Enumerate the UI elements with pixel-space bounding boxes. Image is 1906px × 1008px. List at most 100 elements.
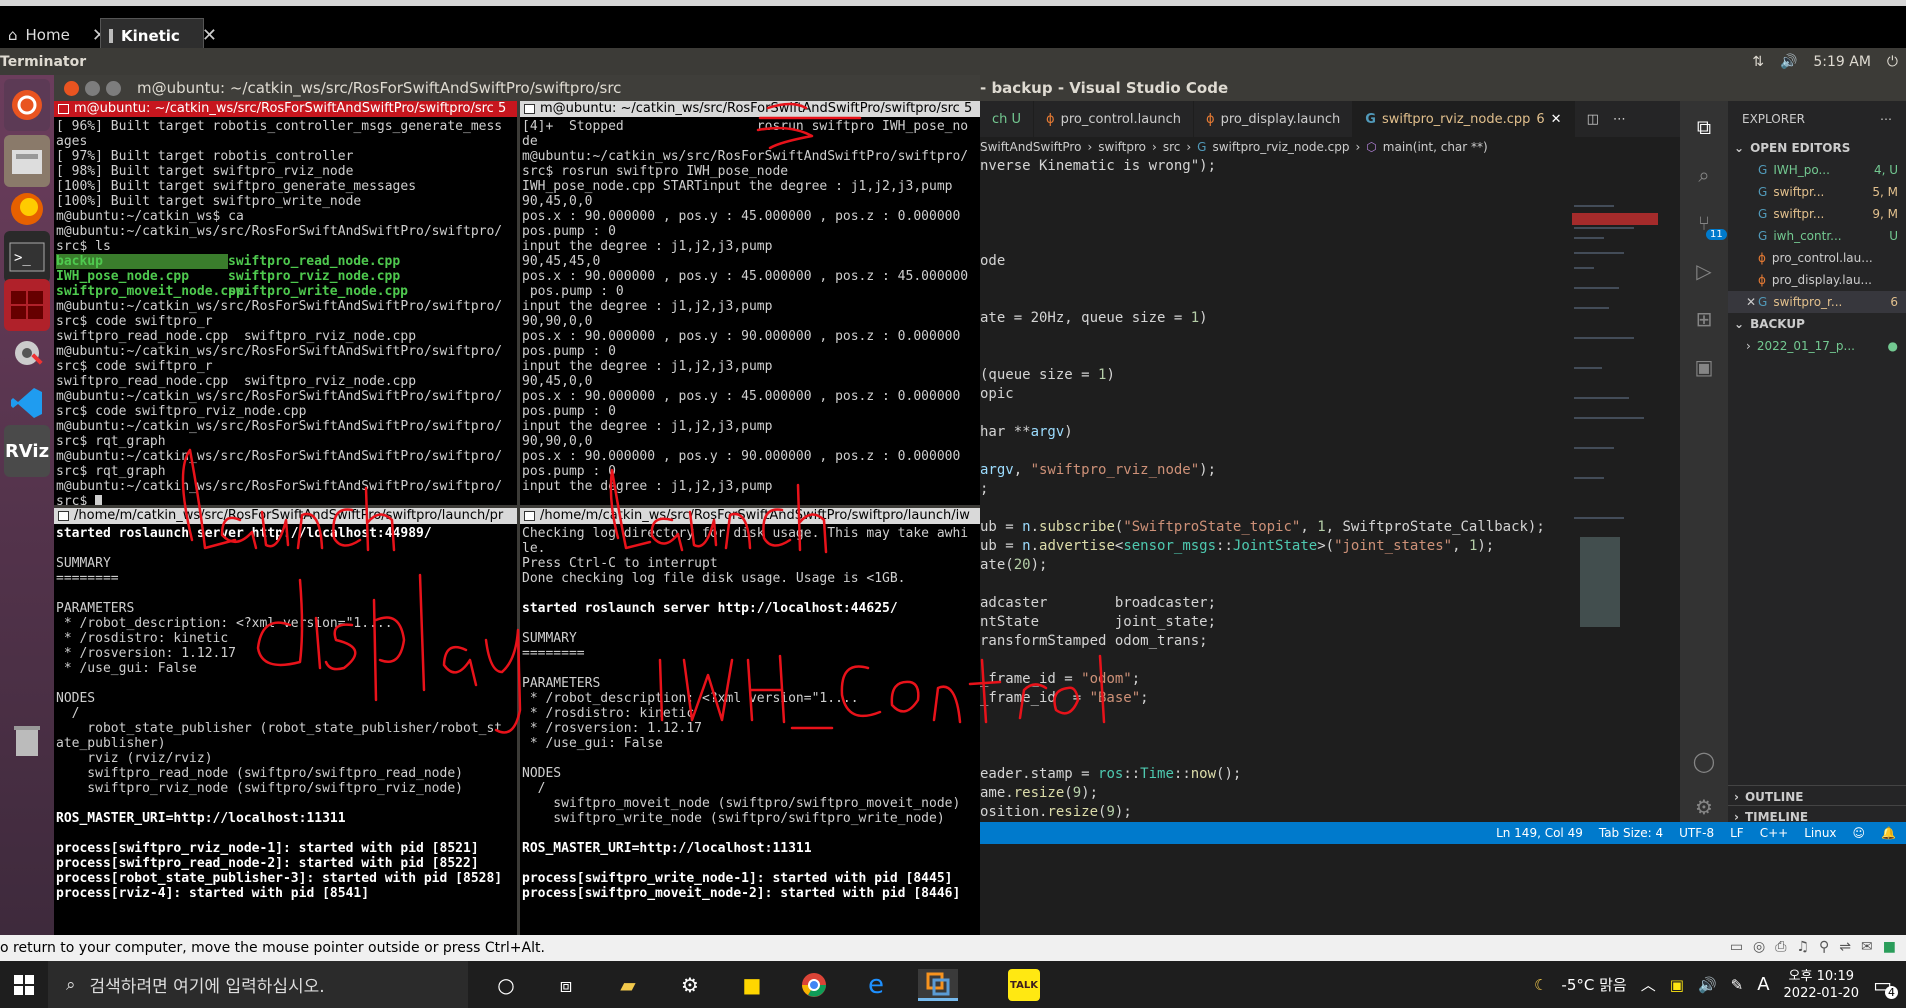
os-platform[interactable]: Linux (1804, 826, 1836, 840)
windows-start-icon[interactable] (8, 969, 40, 1001)
open-editors-section[interactable]: ⌄ OPEN EDITORS (1728, 137, 1906, 159)
chat-tray-icon[interactable]: ▣ (1670, 976, 1684, 994)
split-editor-icon[interactable]: ◫ (1587, 112, 1599, 127)
power-icon[interactable]: ⏻ (1887, 54, 1898, 70)
breadcrumb-item[interactable]: swiftpro (1098, 140, 1146, 154)
gear-icon[interactable]: ⚙ (1692, 795, 1716, 819)
terminator-titlebar: m@ubuntu: ~/catkin_ws/src/RosForSwiftAnd… (54, 75, 980, 101)
backup-section[interactable]: ⌄ BACKUP (1728, 313, 1906, 335)
encoding[interactable]: UTF-8 (1679, 826, 1714, 840)
minimap[interactable] (1570, 157, 1670, 837)
chevron-up-icon[interactable]: ︿ (1641, 974, 1656, 995)
vscode-icon[interactable] (4, 377, 50, 429)
vm-tab-kinetic[interactable]: Kinetic ✕ (100, 18, 217, 52)
open-editor-item[interactable]: G IWH_po... 4, U (1728, 159, 1906, 181)
cursor-position[interactable]: Ln 149, Col 49 (1496, 826, 1583, 840)
settings-icon[interactable] (4, 327, 50, 379)
breadcrumb-item[interactable]: main(int, char **) (1383, 140, 1488, 154)
panel-clock[interactable]: 5:19 AM (1813, 54, 1871, 70)
terminal-line: / (56, 706, 80, 721)
breadcrumb-item[interactable]: src (1163, 140, 1181, 154)
kakaotalk-icon[interactable]: TALK (1008, 969, 1040, 1001)
close-icon[interactable]: ✕ (1746, 295, 1756, 309)
vmware-icon[interactable] (918, 969, 958, 1001)
ubuntu-dash-icon[interactable] (4, 79, 50, 131)
code-editor[interactable]: nverse Kinematic is wrong"); ode ate = 20H… (980, 157, 1560, 837)
rviz-icon[interactable]: RViz (4, 425, 50, 477)
ime-indicator[interactable]: A (1757, 974, 1769, 995)
tab-iwh-control[interactable]: ch U (980, 101, 1035, 137)
ls-row: swiftpro_moveit_node.cppswiftpro_write_n… (56, 284, 515, 299)
sound-icon[interactable]: ♫ (1796, 939, 1809, 955)
printer-icon[interactable]: ⎙ (1775, 939, 1786, 955)
volume-icon[interactable]: 🔊 (1698, 976, 1717, 994)
taskbar-search-box[interactable]: ⌕ 검색하려면 여기에 입력하십시오. (48, 961, 468, 1008)
weather-icon[interactable]: ☾ (1534, 976, 1547, 994)
terminal-pane-bottom-left[interactable]: /home/m/catkin_ws/src/RosForSwiftAndSwif… (54, 508, 517, 935)
display-icon[interactable]: ■ (1883, 939, 1896, 955)
more-actions-icon[interactable]: ⋯ (1613, 112, 1626, 127)
feedback-icon[interactable]: ☺ (1853, 826, 1866, 840)
tab-size[interactable]: Tab Size: 4 (1599, 826, 1663, 840)
cd-icon[interactable]: ◎ (1753, 939, 1765, 955)
files-icon[interactable] (4, 135, 50, 187)
app-icon[interactable]: ⚙ (674, 969, 706, 1001)
chrome-icon[interactable] (798, 969, 830, 1001)
open-editor-item[interactable]: ✕ Gswiftpro_r... 6 (1728, 291, 1906, 313)
minimize-window-icon[interactable] (85, 80, 100, 96)
extensions-icon[interactable]: ⊞ (1692, 307, 1716, 331)
usb-icon[interactable]: ⚲ (1819, 939, 1829, 955)
terminal-line: 90,45,0,0 (522, 374, 593, 389)
sticky-notes-icon[interactable]: ■ (736, 969, 768, 1001)
account-icon[interactable]: ◯ (1692, 749, 1716, 773)
ie-icon[interactable]: e (860, 969, 892, 1001)
line-ending[interactable]: LF (1730, 826, 1744, 840)
breadcrumb-item[interactable]: swiftpro_rviz_node.cpp (1212, 140, 1349, 154)
taskbar-clock[interactable]: 오후 10:19 2022-01-20 (1784, 968, 1860, 1002)
terminator-window-title: m@ubuntu: ~/catkin_ws/src/RosForSwiftAnd… (137, 79, 622, 97)
close-window-icon[interactable] (64, 80, 79, 96)
open-editor-item[interactable]: ɸ pro_display.lau... (1728, 269, 1906, 291)
terminal-pane-top-right[interactable]: m@ubuntu: ~/catkin_ws/src/RosForSwiftAnd… (520, 101, 980, 505)
message-icon[interactable]: ✉ (1861, 939, 1873, 955)
search-icon[interactable]: ⌕ (1692, 163, 1716, 187)
run-debug-icon[interactable]: ▷ (1692, 259, 1716, 283)
backup-folder-item[interactable]: › 2022_01_17_p... ● (1728, 335, 1906, 357)
terminal-icon[interactable]: >_ (4, 231, 50, 283)
trash-icon[interactable] (4, 715, 50, 767)
network-icon[interactable]: ⇅ (1752, 54, 1764, 70)
terminal-line: process[robot_state_publisher-3]: starte… (56, 871, 503, 886)
cortana-icon[interactable]: ○ (490, 969, 522, 1001)
tab-pro-display[interactable]: ɸ pro_display.launch (1194, 101, 1354, 137)
notifications-button[interactable]: ▭ 4 (1873, 973, 1898, 999)
terminator-icon[interactable] (4, 279, 50, 331)
terminal-pane-bottom-right[interactable]: /home/m/catkin_ws/src/RosForSwiftAndSwif… (520, 508, 980, 935)
open-editor-item[interactable]: Gswiftpr... 9, M (1728, 203, 1906, 225)
breadcrumb-item[interactable]: SwiftAndSwiftPro (980, 140, 1081, 154)
pen-icon[interactable]: ✎ (1731, 976, 1744, 994)
outline-section[interactable]: › OUTLINE (1728, 785, 1906, 807)
network-adapter-icon[interactable]: ⇌ (1839, 939, 1851, 955)
close-icon[interactable]: ✕ (1551, 112, 1562, 127)
volume-icon[interactable]: 🔊 (1780, 54, 1797, 70)
close-icon[interactable]: ✕ (202, 25, 217, 46)
explorer-icon[interactable]: ⧉ (1692, 115, 1716, 139)
open-editor-item[interactable]: Gswiftpr... 5, M (1728, 181, 1906, 203)
task-view-icon[interactable]: ⧈ (550, 969, 582, 1001)
bell-icon[interactable]: 🔔 (1881, 826, 1896, 840)
language-mode[interactable]: C++ (1760, 826, 1789, 840)
method-icon: ⬡ (1366, 140, 1377, 154)
maximize-window-icon[interactable] (106, 80, 121, 96)
firefox-icon[interactable] (4, 183, 50, 235)
open-editor-item[interactable]: Giwh_contr... U (1728, 225, 1906, 247)
terminal-pane-top-left[interactable]: m@ubuntu: ~/catkin_ws/src/RosForSwiftAnd… (54, 101, 517, 505)
vm-tab-home[interactable]: ⌂ Home ✕ (0, 18, 107, 52)
open-editor-item[interactable]: ɸ pro_control.lau... (1728, 247, 1906, 269)
file-explorer-icon[interactable]: ▰ (612, 969, 644, 1001)
tab-pro-control[interactable]: ɸ pro_control.launch (1034, 101, 1195, 137)
more-actions-icon[interactable]: ⋯ (1880, 112, 1892, 126)
weather-text[interactable]: -5°C 맑음 (1561, 974, 1626, 995)
remote-explorer-icon[interactable]: ▣ (1692, 355, 1716, 379)
hdd-icon[interactable]: ▭ (1730, 939, 1743, 955)
tab-swiftpro-rviz-node[interactable]: G swiftpro_rviz_node.cpp 6 ✕ (1353, 101, 1575, 137)
